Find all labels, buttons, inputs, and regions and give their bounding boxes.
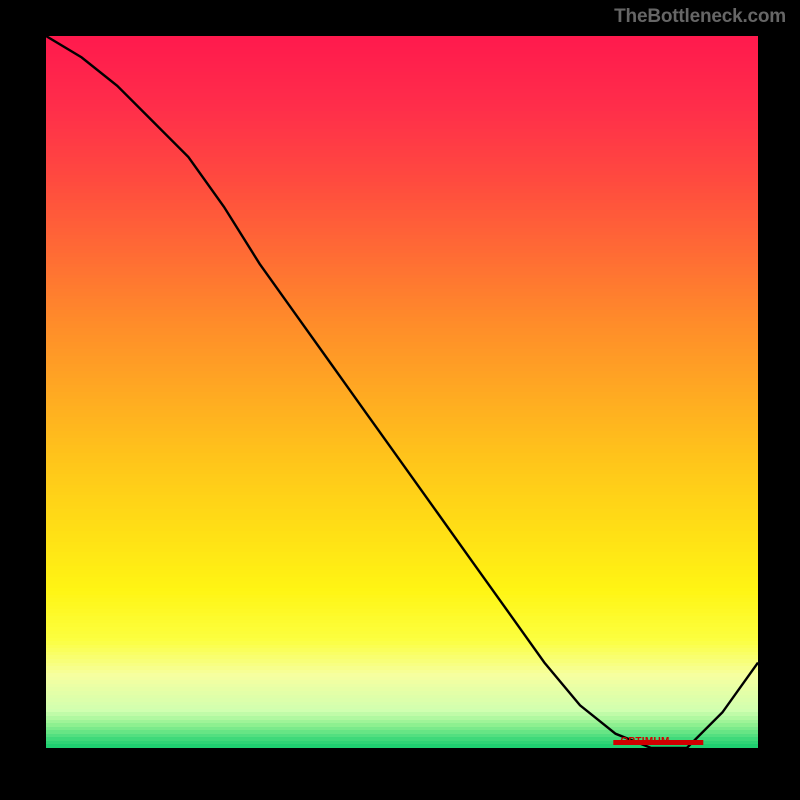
watermark-label: TheBottleneck.com bbox=[614, 6, 786, 28]
plot-area: OPTIMUM bbox=[46, 36, 758, 748]
bottleneck-curve bbox=[46, 36, 758, 748]
optimum-label: OPTIMUM bbox=[620, 736, 669, 747]
chart-container: TheBottleneck.com OPTIMUM bbox=[0, 0, 800, 800]
curve-layer bbox=[46, 36, 758, 748]
